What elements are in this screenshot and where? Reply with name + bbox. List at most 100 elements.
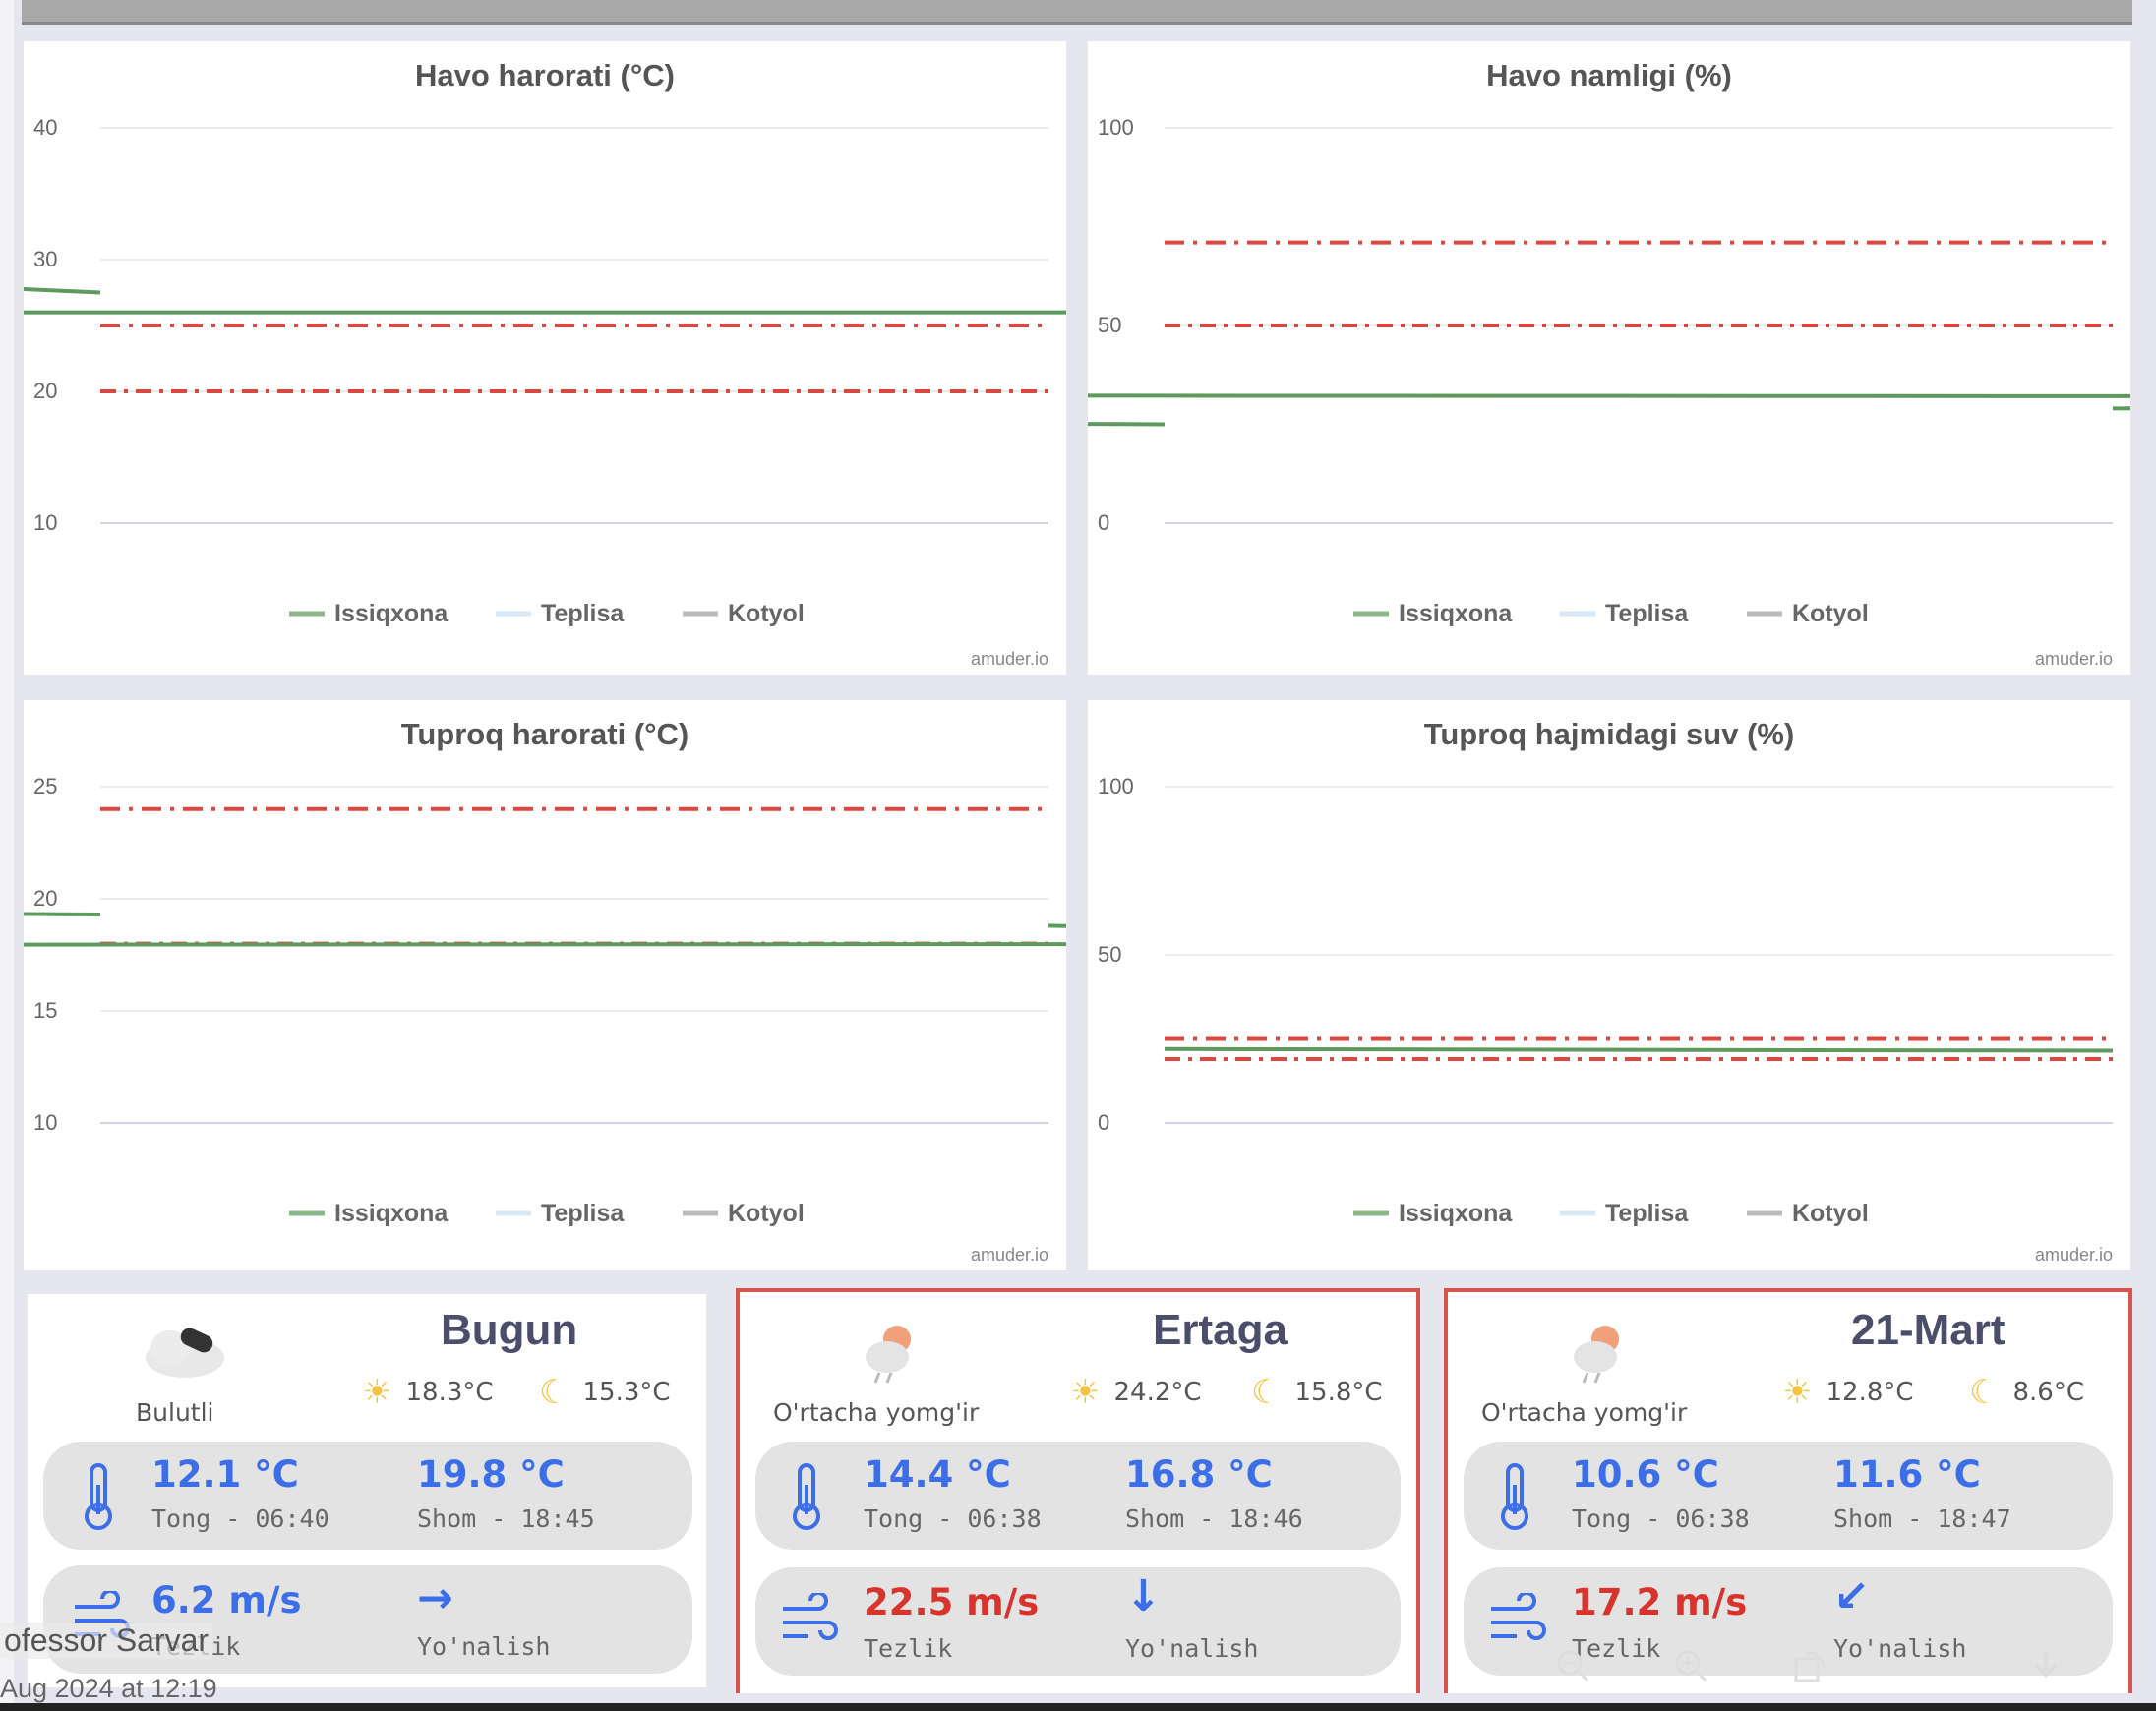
wind-speed-label: Tezlik	[864, 1634, 953, 1663]
chart-credits: amuder.io	[971, 649, 1048, 669]
moon-icon: ☾	[539, 1373, 569, 1412]
legend-item-issiqxona: Issiqxona	[1399, 1200, 1513, 1227]
evening-label: Shom - 18:45	[417, 1504, 595, 1533]
max-temp: ☀ 12.8°C	[1782, 1373, 1914, 1412]
cloudy-icon	[146, 1328, 224, 1378]
wind-direction-label: Yo'nalish	[1125, 1634, 1259, 1663]
day-title: 21-Mart	[1851, 1306, 2006, 1354]
weather-card-tomorrow: Ertaga O'rtacha yomg'ir ☀ 24.2°C ☾ 15.8°…	[736, 1288, 1420, 1693]
moon-icon: ☾	[1969, 1373, 2000, 1412]
temperature-pill: 14.4 °C Tong - 06:38 16.8 °C Shom - 18:4…	[755, 1442, 1401, 1550]
legend-item-issiqxona: Issiqxona	[1399, 600, 1513, 627]
min-temp-value: 15.8°C	[1294, 1378, 1383, 1407]
legend-item-teplisa: Teplisa	[541, 1200, 625, 1227]
zoom-in-icon[interactable]	[1672, 1647, 1711, 1686]
legend-item-kotyol: Kotyol	[728, 1200, 805, 1227]
day-title: Bugun	[441, 1306, 578, 1354]
y-tick-label: 50	[1098, 942, 1121, 967]
legend-item-teplisa: Teplisa	[541, 600, 625, 627]
y-tick-label: 10	[33, 510, 57, 535]
max-temp-value: 18.3°C	[405, 1378, 494, 1407]
evening-temp: 16.8 °C	[1125, 1453, 1273, 1496]
evening-temp: 11.6 °C	[1833, 1453, 1981, 1496]
moon-icon: ☾	[1251, 1373, 1282, 1412]
y-tick-label: 25	[33, 774, 57, 798]
chart-soil-water: Tuproq hajmidagi suv (%)10050012:0018:00…	[1088, 700, 2130, 1270]
legend-item-teplisa: Teplisa	[1605, 600, 1689, 627]
evening-label: Shom - 18:47	[1833, 1504, 2011, 1533]
chart-svg: Havo harorati (°C)4030201012:0018:0019. …	[24, 58, 1066, 669]
chart-svg: Tuproq harorati (°C)2520151012:0018:0019…	[24, 717, 1066, 1265]
chart-air-humidity: Havo namligi (%)10050012:0018:0019. Mart…	[1088, 41, 2130, 675]
y-tick-label: 30	[33, 247, 57, 271]
legend-item-issiqxona: Issiqxona	[334, 600, 449, 627]
morning-temp: 12.1 °C	[151, 1453, 299, 1496]
condition-label: O'rtacha yomg'ir	[773, 1398, 980, 1427]
max-temp: ☀ 18.3°C	[362, 1373, 494, 1412]
wind-direction-label: Yo'nalish	[417, 1632, 551, 1661]
min-temp: ☾ 15.8°C	[1251, 1373, 1383, 1412]
legend-item-issiqxona: Issiqxona	[334, 1200, 449, 1227]
chart-credits: amuder.io	[2035, 649, 2113, 669]
rain-cloud-icon	[866, 1326, 911, 1384]
chart-svg: Tuproq hajmidagi suv (%)10050012:0018:00…	[1098, 717, 2114, 1265]
legend-item-teplisa: Teplisa	[1605, 1200, 1689, 1227]
wind-direction-label: Yo'nalish	[1833, 1634, 1967, 1663]
rotate-icon[interactable]	[1790, 1647, 1829, 1686]
legend-item-kotyol: Kotyol	[1792, 1200, 1869, 1227]
download-icon[interactable]	[2026, 1647, 2066, 1686]
sun-icon: ☀	[1070, 1373, 1101, 1412]
y-tick-label: 100	[1098, 774, 1134, 798]
chart-credits: amuder.io	[971, 1245, 1048, 1265]
chart-title: Tuproq hajmidagi suv (%)	[1424, 717, 1795, 751]
wind-icon	[783, 1593, 838, 1640]
max-temp-value: 12.8°C	[1826, 1378, 1914, 1407]
series-line-issiqxona	[24, 912, 1066, 947]
timestamp: Aug 2024 at 12:19	[0, 1674, 217, 1703]
max-temp-value: 24.2°C	[1113, 1378, 1202, 1407]
condition-label: Bulutli	[136, 1398, 214, 1427]
condition-label: O'rtacha yomg'ir	[1481, 1398, 1688, 1427]
arrow-right-icon: →	[417, 1573, 453, 1623]
y-tick-label: 20	[33, 886, 57, 911]
rain-cloud-icon	[1574, 1326, 1619, 1384]
legend-item-kotyol: Kotyol	[728, 600, 805, 627]
day-title: Ertaga	[1153, 1306, 1288, 1354]
series-line-issiqxona	[1164, 1046, 2114, 1053]
morning-temp: 14.4 °C	[864, 1453, 1011, 1496]
y-tick-label: 15	[33, 998, 57, 1023]
y-tick-label: 40	[33, 115, 57, 140]
chart-title: Havo harorati (°C)	[415, 58, 675, 92]
chart-title: Tuproq harorati (°C)	[401, 717, 689, 751]
wind-pill: 22.5 m/s Tezlik ↓ Yo'nalish	[755, 1567, 1401, 1676]
y-tick-label: 20	[33, 379, 57, 403]
temperature-pill: 12.1 °C Tong - 06:40 19.8 °C Shom - 18:4…	[43, 1442, 692, 1550]
morning-label: Tong - 06:38	[864, 1504, 1042, 1533]
chart-air-temperature: Havo harorati (°C)4030201012:0018:0019. …	[24, 41, 1066, 675]
weather-card-day-after: 21-Mart O'rtacha yomg'ir ☀ 12.8°C ☾ 8.6°…	[1444, 1288, 2132, 1693]
arrow-down-left-icon: ↙	[1833, 1571, 1870, 1622]
morning-label: Tong - 06:38	[1572, 1504, 1750, 1533]
min-temp: ☾ 8.6°C	[1969, 1373, 2084, 1412]
top-scrollbar[interactable]	[22, 0, 2132, 25]
min-temp-value: 15.3°C	[582, 1378, 671, 1407]
min-temp-value: 8.6°C	[2012, 1378, 2084, 1407]
y-tick-label: 50	[1098, 313, 1121, 337]
sun-icon: ☀	[362, 1373, 392, 1412]
evening-label: Shom - 18:46	[1125, 1504, 1303, 1533]
y-tick-label: 0	[1098, 510, 1109, 535]
thermometer-icon	[85, 1463, 112, 1530]
wind-speed: 17.2 m/s	[1572, 1581, 1748, 1623]
chart-soil-temperature: Tuproq harorati (°C)2520151012:0018:0019…	[24, 700, 1066, 1270]
wind-speed: 22.5 m/s	[864, 1581, 1040, 1623]
wind-speed: 6.2 m/s	[151, 1579, 302, 1622]
legend-item-kotyol: Kotyol	[1792, 600, 1869, 627]
min-temp: ☾ 15.3°C	[539, 1373, 671, 1412]
bottom-edge	[0, 1703, 2156, 1711]
zoom-out-icon[interactable]	[1554, 1647, 1593, 1686]
arrow-down-icon: ↓	[1125, 1571, 1162, 1622]
chart-credits: amuder.io	[2035, 1245, 2113, 1265]
y-tick-label: 100	[1098, 115, 1134, 140]
y-tick-label: 0	[1098, 1110, 1109, 1135]
morning-label: Tong - 06:40	[151, 1504, 329, 1533]
